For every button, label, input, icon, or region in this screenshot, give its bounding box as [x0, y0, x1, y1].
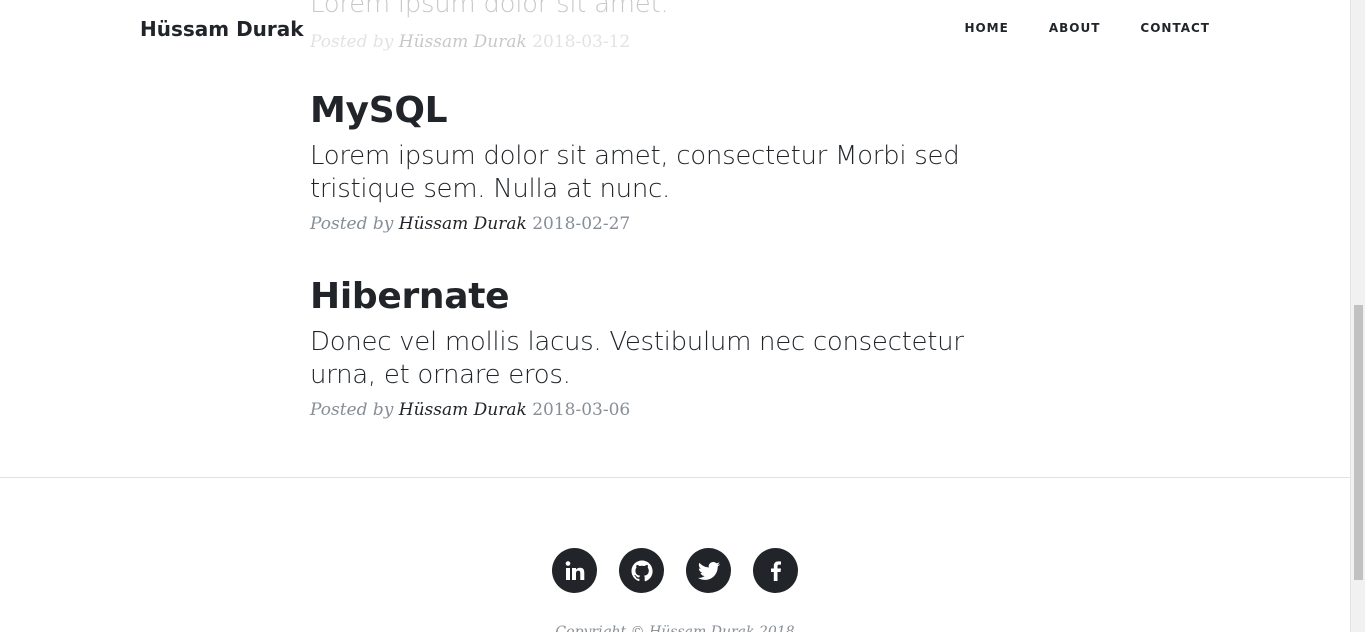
post-meta-prefix: Posted by	[310, 214, 394, 234]
github-icon	[631, 560, 653, 581]
scrollbar-thumb[interactable]	[1354, 305, 1363, 580]
post-author-link[interactable]: Hüssam Durak	[399, 214, 527, 234]
post-title[interactable]: MySQL	[310, 91, 1030, 131]
footer-divider	[0, 477, 1350, 478]
linkedin-icon	[565, 560, 584, 580]
post-preview[interactable]: MySQL Lorem ipsum dolor sit amet, consec…	[310, 91, 1030, 236]
nav-link-home[interactable]: HOME	[944, 21, 1028, 35]
page-viewport: Lorem ipsum dolor sit amet. Posted by Hü…	[0, 0, 1350, 632]
post-meta-prefix: Posted by	[310, 400, 394, 420]
facebook-link[interactable]	[753, 548, 798, 593]
post-date: 2018-03-06	[532, 400, 631, 420]
social-links	[552, 548, 798, 593]
vertical-scrollbar[interactable]	[1350, 0, 1365, 632]
navbar: Hüssam Durak HOME ABOUT CONTACT	[0, 0, 1350, 60]
post-title[interactable]: Hibernate	[310, 277, 1030, 317]
post-subtitle[interactable]: Donec vel mollis lacus. Vestibulum nec c…	[310, 326, 1030, 392]
nav-link-contact[interactable]: CONTACT	[1120, 21, 1210, 35]
twitter-icon	[697, 561, 720, 580]
twitter-link[interactable]	[686, 548, 731, 593]
post-subtitle[interactable]: Lorem ipsum dolor sit amet, consectetur …	[310, 140, 1030, 206]
linkedin-link[interactable]	[552, 548, 597, 593]
nav-link-about[interactable]: ABOUT	[1029, 21, 1121, 35]
post-author-link[interactable]: Hüssam Durak	[399, 400, 527, 420]
navbar-brand[interactable]: Hüssam Durak	[140, 17, 304, 41]
facebook-icon	[770, 560, 781, 581]
copyright-text: Copyright © Hüssam Durak 2018	[555, 624, 795, 632]
post-date: 2018-02-27	[532, 214, 631, 234]
github-link[interactable]	[619, 548, 664, 593]
navbar-links: HOME ABOUT CONTACT	[944, 21, 1210, 35]
post-preview[interactable]: Hibernate Donec vel mollis lacus. Vestib…	[310, 277, 1030, 422]
post-meta: Posted by Hüssam Durak 2018-02-27	[310, 212, 1030, 236]
post-meta: Posted by Hüssam Durak 2018-03-06	[310, 398, 1030, 422]
